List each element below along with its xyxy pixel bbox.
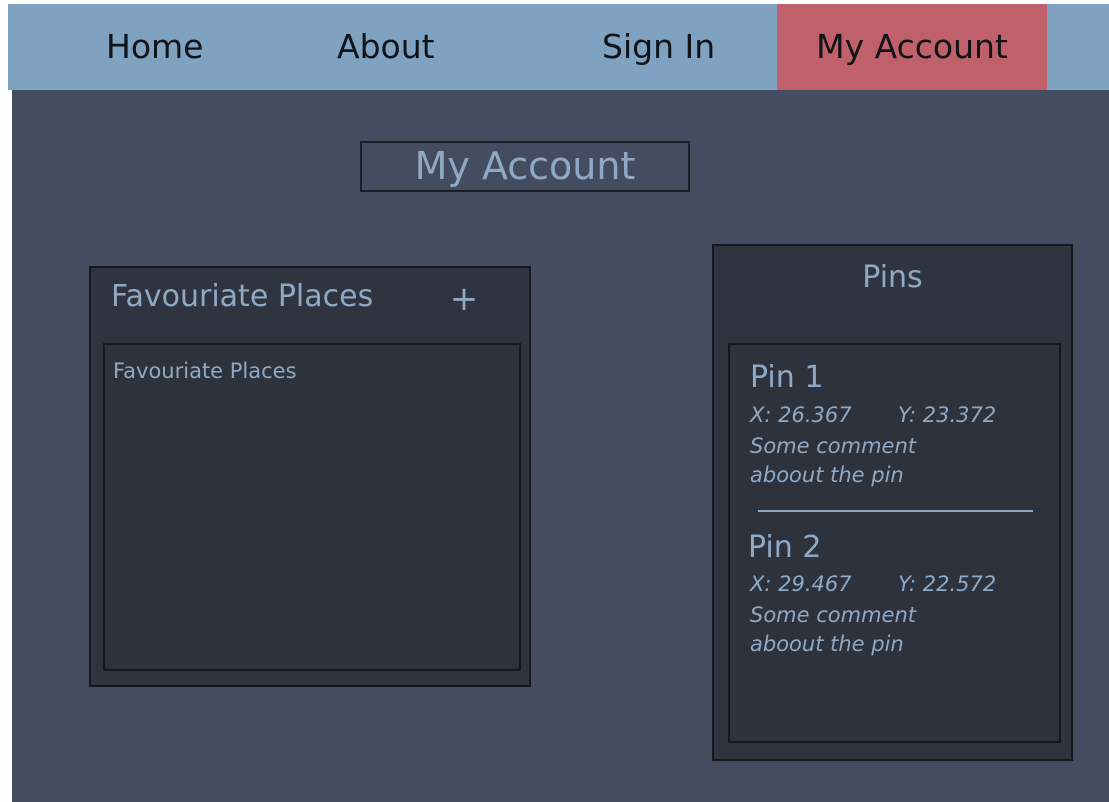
pin-1-comment-line-1: Some comment bbox=[750, 434, 917, 458]
favourite-places-list-text: Favouriate Places bbox=[113, 359, 297, 383]
favourite-places-list[interactable] bbox=[103, 343, 521, 671]
nav-home-link[interactable]: Home bbox=[106, 4, 203, 90]
pin-2-comment-line-1: Some comment bbox=[750, 603, 917, 627]
add-favourite-place-button[interactable]: + bbox=[449, 280, 479, 318]
page-title: My Account bbox=[360, 141, 690, 192]
top-navigation: Home About Sign In My Account bbox=[8, 4, 1109, 90]
pins-title: Pins bbox=[862, 260, 923, 295]
pin-2-x-coordinate: X: 29.467 bbox=[750, 572, 852, 596]
pin-2-comment-line-2: aboout the pin bbox=[750, 632, 904, 656]
nav-my-account-link[interactable]: My Account bbox=[777, 4, 1047, 90]
favourite-places-title: Favouriate Places bbox=[111, 279, 374, 314]
pin-1-y-coordinate: Y: 23.372 bbox=[898, 403, 997, 427]
pin-divider bbox=[758, 510, 1033, 512]
nav-about-link[interactable]: About bbox=[337, 4, 435, 90]
pin-1-name: Pin 1 bbox=[750, 360, 824, 395]
pin-2-y-coordinate: Y: 22.572 bbox=[898, 572, 997, 596]
pin-2-name: Pin 2 bbox=[748, 530, 822, 565]
nav-sign-in-link[interactable]: Sign In bbox=[602, 4, 715, 90]
pin-1-x-coordinate: X: 26.367 bbox=[750, 403, 852, 427]
page: Home About Sign In My Account My Account… bbox=[0, 0, 1109, 802]
pin-1-comment-line-2: aboout the pin bbox=[750, 463, 904, 487]
